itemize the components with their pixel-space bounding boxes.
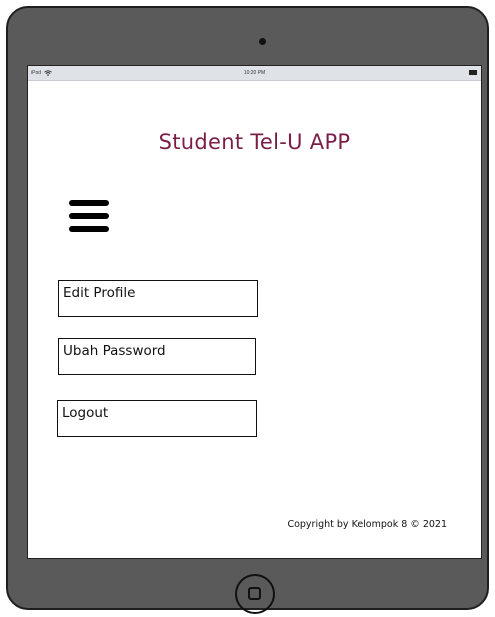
logout-button[interactable]: Logout	[57, 400, 257, 437]
status-bar: iPod 10:20 PM	[28, 66, 481, 81]
copyright-text: Copyright by Kelompok 8 © 2021	[287, 519, 447, 530]
hamburger-menu-icon[interactable]	[69, 200, 109, 234]
battery-icon	[469, 70, 477, 75]
camera-icon	[259, 38, 266, 45]
app-screen: iPod 10:20 PM Student Tel-U APP Edit Pro…	[27, 65, 482, 559]
home-button-icon	[248, 587, 261, 600]
app-title: Student Tel-U APP	[158, 130, 351, 154]
change-password-button[interactable]: Ubah Password	[58, 338, 256, 375]
home-button[interactable]	[235, 574, 275, 614]
status-time: 10:20 PM	[243, 70, 266, 76]
edit-profile-button[interactable]: Edit Profile	[58, 280, 258, 317]
